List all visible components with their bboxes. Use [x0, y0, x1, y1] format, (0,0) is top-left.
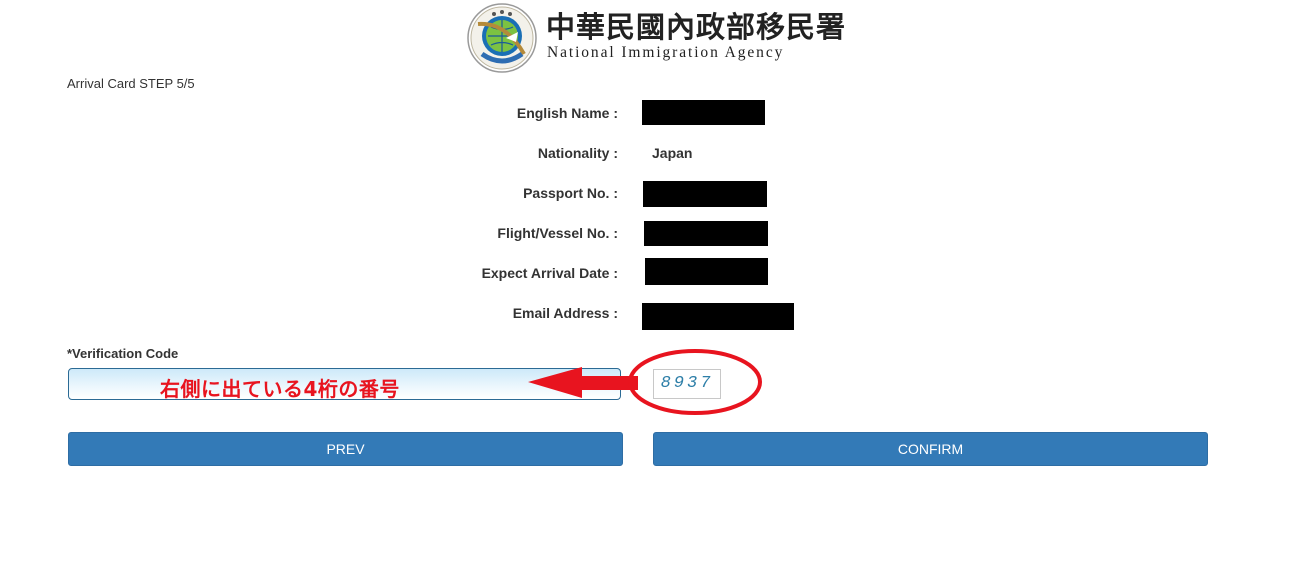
agency-name-chinese: 中華民國內政部移民署: [546, 10, 847, 44]
agency-header: 中華民國內政部移民署 National Immigration Agency: [464, 0, 845, 75]
redacted-value: [642, 303, 794, 330]
field-email-address: Email Address :: [0, 299, 900, 330]
step-indicator: Arrival Card STEP 5/5: [67, 76, 195, 91]
agency-emblem-icon: [467, 3, 537, 73]
annotation-arrow-icon: [528, 367, 638, 398]
verification-code-label: *Verification Code: [67, 346, 179, 361]
redacted-value: [644, 221, 768, 246]
agency-name-english: National Immigration Agency: [547, 44, 785, 61]
redacted-value: [642, 100, 765, 125]
redacted-value: [645, 258, 768, 285]
field-label: Expect Arrival Date :: [481, 265, 618, 281]
prev-button[interactable]: PREV: [68, 432, 623, 466]
field-value: Japan: [652, 145, 693, 161]
field-label: Passport No. :: [523, 185, 618, 201]
field-expect-arrival-date: Expect Arrival Date :: [0, 258, 900, 287]
field-label: Flight/Vessel No. :: [497, 225, 618, 241]
annotation-circle-icon: [628, 349, 762, 415]
confirm-button[interactable]: CONFIRM: [653, 432, 1208, 466]
field-label: Email Address :: [512, 305, 618, 321]
field-nationality: Nationality : Japan: [0, 139, 900, 167]
field-label: Nationality :: [537, 145, 618, 161]
redacted-value: [643, 181, 767, 207]
field-passport-no: Passport No. :: [0, 179, 900, 207]
field-flight-vessel-no: Flight/Vessel No. :: [0, 219, 900, 247]
field-english-name: English Name :: [0, 99, 900, 127]
annotation-hint-text: 右側に出ている4桁の番号: [160, 377, 400, 401]
field-label: English Name :: [516, 105, 618, 121]
